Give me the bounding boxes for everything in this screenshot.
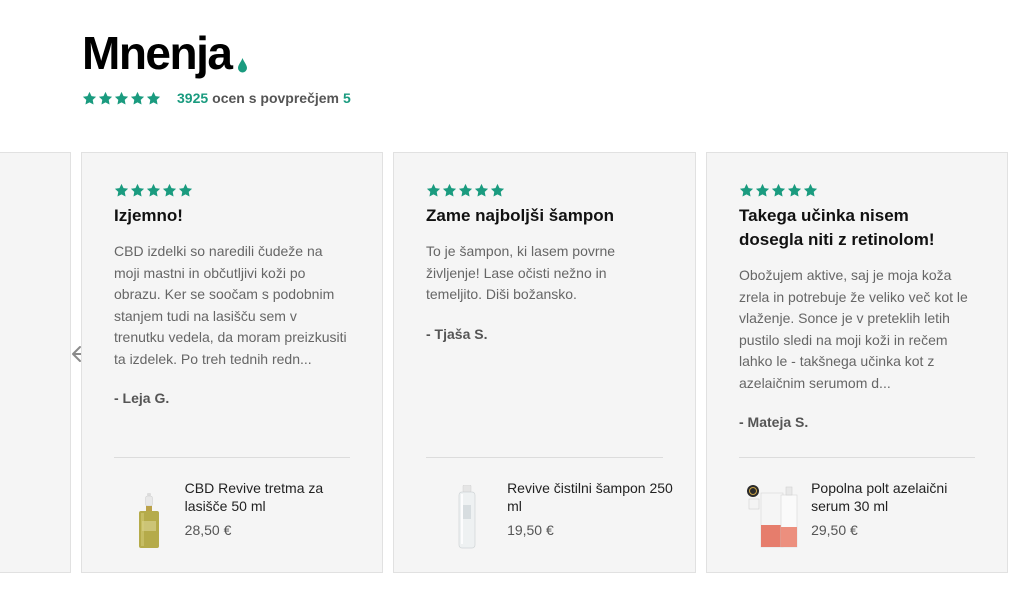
product-price: 29,50 € [811,522,858,538]
review-text: To je šampon, ki lasem povrne življenje!… [426,243,616,302]
product-link[interactable]: Popolna polt azelaični serum 30 ml 29,50… [739,479,987,549]
review-stars [739,183,975,198]
star-icon [490,183,505,198]
rating-text: ocen s povprečjem [212,90,339,106]
product-image[interactable] [426,479,507,549]
rating-count: 3925 [177,90,209,106]
star-icon [442,183,457,198]
review-title: Takega učinka nisem dosegla niti z retin… [739,206,935,249]
drop-icon [238,58,248,73]
star-icon [739,183,754,198]
product-link[interactable]: CBD Revive tretma za lasišče 50 ml 28,50… [114,479,362,549]
product-image[interactable] [739,479,811,549]
product-name[interactable]: Popolna polt azelaični serum 30 ml [811,479,987,515]
product-link[interactable]: Revive čistilni šampon 250 ml 19,50 € [426,479,675,549]
review-stars [426,183,663,198]
star-icon [82,91,97,106]
review-card: Izjemno! CBD izdelki so naredili čudeže … [81,152,383,573]
star-icon [178,183,193,198]
review-author: - Leja G. [114,390,170,406]
star-icon [98,91,113,106]
star-icon [458,183,473,198]
summary-stars [82,91,161,106]
rating-average: 5 [342,90,351,106]
star-icon [771,183,786,198]
star-icon [146,91,161,106]
review-text: CBD izdelki so naredili čudeže na moji m… [114,243,347,367]
star-icon [787,183,802,198]
product-price: 28,50 € [184,522,232,538]
star-icon [426,183,441,198]
star-icon [146,183,161,198]
shampoo-bottle-icon [458,485,475,549]
product-name[interactable]: CBD Revive tretma za lasišče 50 ml [185,479,362,515]
star-icon [114,91,129,106]
review-title: Zame najboljši šampon [426,206,614,225]
review-text: Obožujem aktive, saj je moja koža zrela … [739,267,968,391]
serum-box-icon [747,485,798,548]
review-author: - Tjaša S. [426,325,488,342]
dropper-bottle-icon [139,493,160,548]
previous-review-card [0,152,71,573]
star-icon [755,183,770,198]
review-author: - Mateja S. [739,414,809,430]
star-icon [803,183,818,198]
divider [739,457,975,458]
product-name[interactable]: Revive čistilni šampon 250 ml [507,479,675,515]
reviews-header: Mnenja 3925 ocen s povprečjem 5 [82,30,351,106]
product-price: 19,50 € [507,522,554,538]
review-title: Izjemno! [114,206,183,225]
star-icon [114,183,129,198]
star-icon [474,183,489,198]
star-icon [162,183,177,198]
star-icon [130,183,145,198]
review-card: Takega učinka nisem dosegla niti z retin… [706,152,1008,573]
star-icon [130,91,145,106]
divider [426,457,663,458]
rating-summary: 3925 ocen s povprečjem 5 [82,90,351,106]
product-image[interactable] [114,479,185,549]
review-card: Zame najboljši šampon To je šampon, ki l… [393,152,696,573]
divider [114,457,350,458]
review-stars [114,183,350,198]
page-title: Mnenja [82,27,233,79]
